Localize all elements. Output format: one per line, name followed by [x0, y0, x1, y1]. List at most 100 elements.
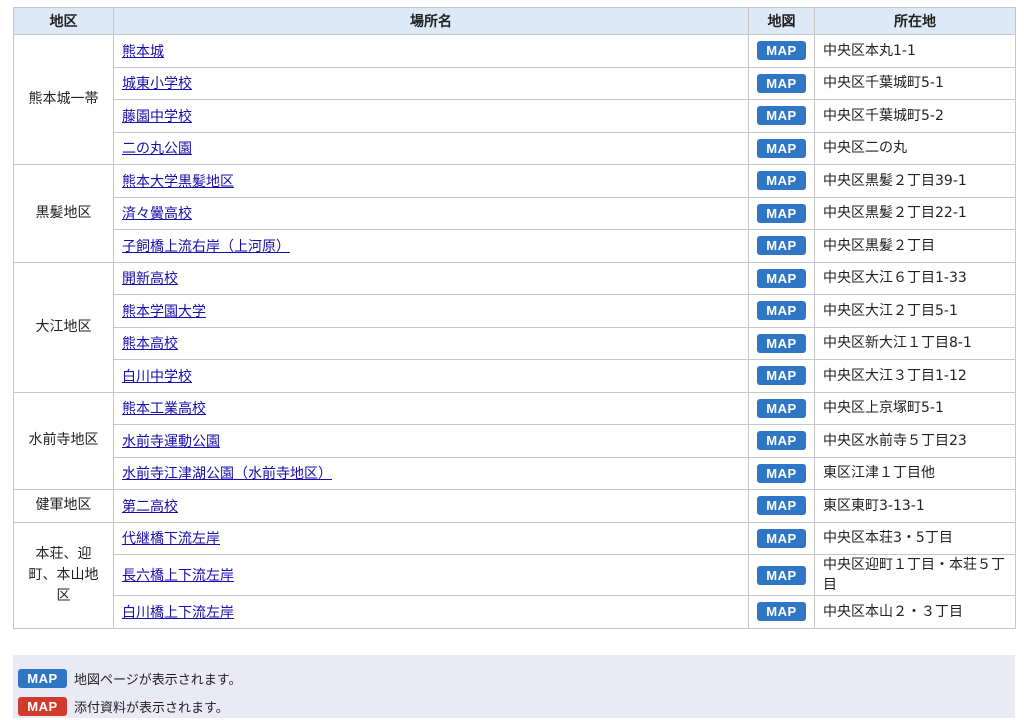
legend-row-map: MAP 地図ページが表示されます。	[18, 664, 1015, 692]
table-body: 熊本城一帯 熊本城 MAP 中央区本丸1-1 城東小学校 MAP 中央区千葉城町5-1 藤園中…	[13, 34, 1016, 629]
address-cell: 中央区本丸1-1	[814, 34, 1016, 68]
map-button[interactable]: MAP	[757, 398, 806, 418]
map-button[interactable]: MAP	[757, 41, 806, 61]
map-cell: MAP	[748, 294, 815, 328]
place-link[interactable]: 熊本城	[122, 44, 164, 60]
header-district: 地区	[13, 7, 114, 35]
address-cell: 中央区千葉城町5-1	[814, 66, 1016, 100]
place-link[interactable]: 城東小学校	[122, 76, 192, 92]
place-cell: 代継橋下流左岸	[113, 521, 749, 555]
table-row: 長六橋上下流左岸 MAP 中央区迎町１丁目・本荘５丁目	[14, 554, 1016, 596]
place-cell: 熊本城	[113, 34, 749, 68]
place-cell: 熊本工業高校	[113, 391, 749, 425]
map-cell: MAP	[748, 261, 815, 295]
table-row: 白川中学校 MAP 中央区大江３丁目1-12	[14, 359, 1016, 393]
header-address: 所在地	[814, 7, 1016, 35]
legend-row-attachment: MAP 添付資料が表示されます。	[18, 692, 1015, 720]
map-button[interactable]: MAP	[757, 203, 806, 223]
place-link[interactable]: 水前寺江津湖公園（水前寺地区）	[122, 466, 332, 482]
place-link[interactable]: 白川中学校	[122, 369, 192, 385]
place-cell: 長六橋上下流左岸	[113, 554, 749, 596]
map-button[interactable]: MAP	[757, 496, 806, 516]
map-button[interactable]: MAP	[757, 106, 806, 126]
map-cell: MAP	[748, 131, 815, 165]
place-link[interactable]: 代継橋下流左岸	[122, 531, 220, 547]
address-cell: 中央区水前寺５丁目23	[814, 424, 1016, 458]
table-row: 本荘、迎町、本山地区 代継橋下流左岸 MAP 中央区本荘3・5丁目	[13, 521, 1016, 629]
map-cell: MAP	[748, 99, 815, 133]
address-cell: 中央区上京塚町5-1	[814, 391, 1016, 425]
header-place: 場所名	[113, 7, 749, 35]
place-link[interactable]: 藤園中学校	[122, 109, 192, 125]
map-button[interactable]: MAP	[757, 236, 806, 256]
table-row: 済々黌高校 MAP 中央区黒髪２丁目22-1	[14, 196, 1016, 230]
place-cell: 第二高校	[113, 489, 749, 523]
map-cell: MAP	[748, 196, 815, 230]
address-cell: 中央区本山２・３丁目	[814, 595, 1016, 629]
map-cell: MAP	[748, 456, 815, 490]
table-header-row: 地区 場所名 地図 所在地	[13, 7, 1016, 35]
map-button[interactable]: MAP	[757, 268, 806, 288]
place-cell: 藤園中学校	[113, 99, 749, 133]
table-row: 黒髪地区 熊本大学黒髪地区 MAP 中央区黒髪２丁目39-1	[13, 164, 1016, 263]
place-link[interactable]: 熊本大学黒髪地区	[122, 174, 234, 190]
address-cell: 中央区黒髪２丁目39-1	[814, 164, 1016, 198]
address-cell: 中央区黒髪２丁目22-1	[814, 196, 1016, 230]
map-button[interactable]: MAP	[757, 301, 806, 321]
map-button[interactable]: MAP	[757, 138, 806, 158]
place-cell: 水前寺江津湖公園（水前寺地区）	[113, 456, 749, 490]
place-link[interactable]: 第二高校	[122, 499, 178, 515]
address-cell: 中央区本荘3・5丁目	[814, 521, 1016, 555]
table-row: 大江地区 開新高校 MAP 中央区大江６丁目1-33	[13, 261, 1016, 393]
address-cell: 東区東町3-13-1	[814, 489, 1016, 523]
table-row: 二の丸公園 MAP 中央区二の丸	[14, 131, 1016, 165]
place-link[interactable]: 長六橋上下流左岸	[122, 568, 234, 584]
place-cell: 二の丸公園	[113, 131, 749, 165]
table-row: 城東小学校 MAP 中央区千葉城町5-1	[14, 66, 1016, 100]
map-button[interactable]: MAP	[757, 565, 806, 585]
map-cell: MAP	[748, 229, 815, 263]
place-link[interactable]: 熊本学園大学	[122, 304, 206, 320]
place-link[interactable]: 熊本工業高校	[122, 401, 206, 417]
place-link[interactable]: 熊本高校	[122, 336, 178, 352]
address-cell: 中央区千葉城町5-2	[814, 99, 1016, 133]
table-row: 藤園中学校 MAP 中央区千葉城町5-2	[14, 99, 1016, 133]
map-button[interactable]: MAP	[757, 528, 806, 548]
table-row: 熊本城一帯 熊本城 MAP 中央区本丸1-1	[13, 34, 1016, 165]
map-cell: MAP	[748, 164, 815, 198]
place-cell: 白川橋上下流左岸	[113, 595, 749, 629]
map-button[interactable]: MAP	[757, 333, 806, 353]
place-link[interactable]: 子飼橋上流右岸（上河原）	[122, 239, 290, 255]
map-cell: MAP	[748, 489, 815, 523]
map-cell: MAP	[748, 359, 815, 393]
map-button[interactable]: MAP	[757, 171, 806, 191]
map-button[interactable]: MAP	[757, 366, 806, 386]
table-row: 子飼橋上流右岸（上河原） MAP 中央区黒髪２丁目	[14, 229, 1016, 263]
table-row: 水前寺運動公園 MAP 中央区水前寺５丁目23	[14, 424, 1016, 458]
place-cell: 白川中学校	[113, 359, 749, 393]
map-button[interactable]: MAP	[757, 463, 806, 483]
map-cell: MAP	[748, 595, 815, 629]
table-row: 健軍地区 第二高校 MAP 東区東町3-13-1	[13, 489, 1016, 523]
map-button[interactable]: MAP	[757, 602, 806, 622]
place-cell: 開新高校	[113, 261, 749, 295]
place-link[interactable]: 開新高校	[122, 271, 178, 287]
map-cell: MAP	[748, 521, 815, 555]
evacuation-site-table: 地区 場所名 地図 所在地 熊本城一帯 熊本城 MAP 中央区本丸1-1 城東小学校 MA…	[13, 7, 1016, 629]
map-legend: MAP 地図ページが表示されます。 MAP 添付資料が表示されます。	[13, 655, 1015, 718]
place-link[interactable]: 二の丸公園	[122, 141, 192, 157]
map-button[interactable]: MAP	[757, 73, 806, 93]
table-row: 熊本高校 MAP 中央区新大江１丁目8-1	[14, 326, 1016, 360]
map-cell: MAP	[748, 391, 815, 425]
place-link[interactable]: 水前寺運動公園	[122, 434, 220, 450]
place-link[interactable]: 済々黌高校	[122, 206, 192, 222]
district-cell: 水前寺地区	[13, 391, 114, 490]
map-button[interactable]: MAP	[757, 431, 806, 451]
map-badge-red: MAP	[18, 696, 67, 716]
place-cell: 熊本大学黒髪地区	[113, 164, 749, 198]
map-cell: MAP	[748, 326, 815, 360]
legend-text-map: 地図ページが表示されます。	[74, 672, 242, 688]
place-cell: 城東小学校	[113, 66, 749, 100]
place-link[interactable]: 白川橋上下流左岸	[122, 605, 234, 621]
address-cell: 中央区大江３丁目1-12	[814, 359, 1016, 393]
